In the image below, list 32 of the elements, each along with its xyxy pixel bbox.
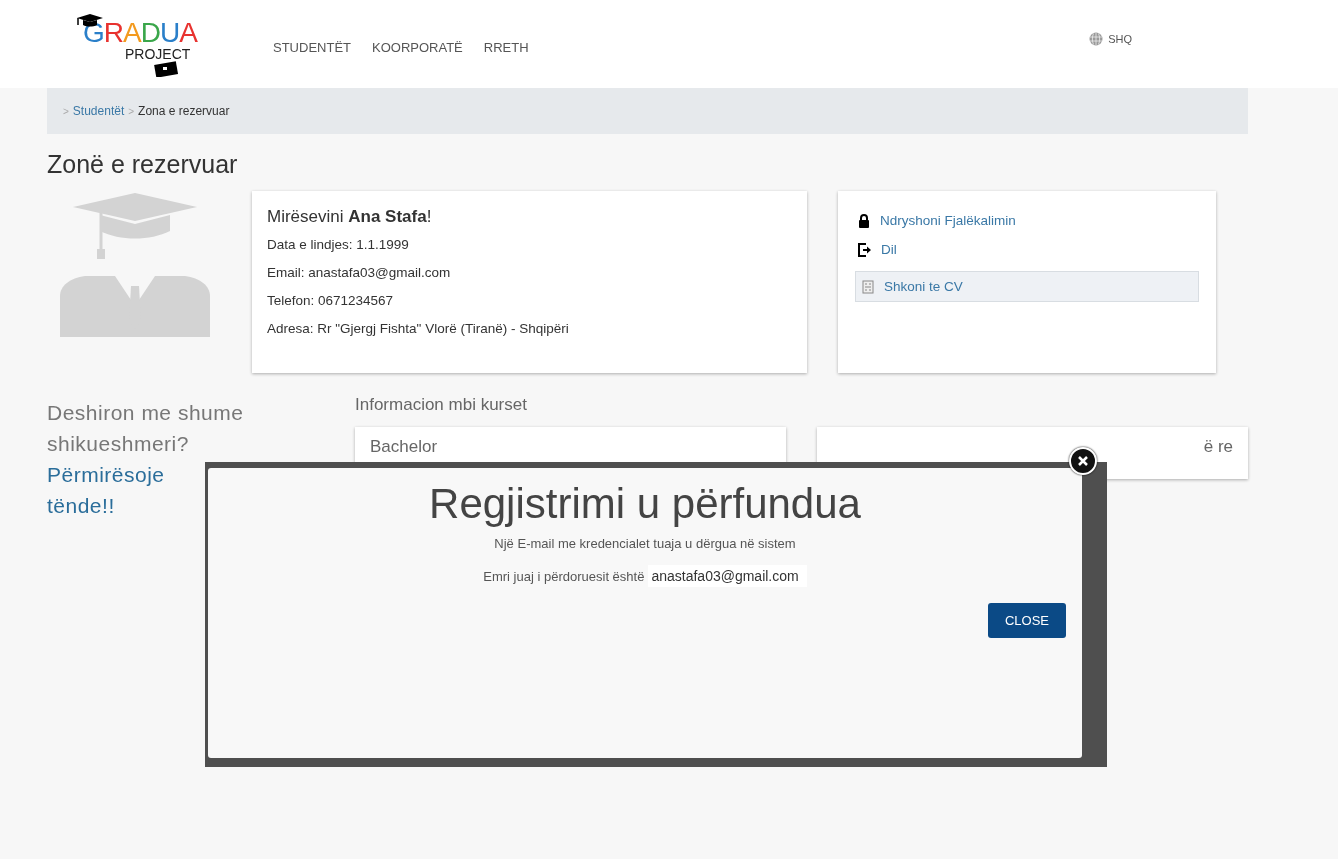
profile-detail: Data e lindjes: 1.1.1999: [267, 237, 410, 252]
breadcrumb-link[interactable]: Studentët: [72, 104, 125, 118]
nav-link[interactable]: RRETH: [483, 39, 529, 55]
username-label: Emri juaj i përdoruesit është: [483, 568, 645, 584]
language-link[interactable]: SHQ: [1089, 32, 1132, 46]
page-title: Zonë e rezervuar: [47, 150, 239, 179]
lock-icon: [858, 213, 870, 228]
breadcrumb-current: Zona e rezervuar: [138, 104, 230, 118]
profile-detail: Adresa: Rr "Gjergj Fishta" Vlorë (Tiranë) - Shqipëri: [267, 321, 570, 336]
nav-link[interactable]: KOORPORATË: [372, 39, 463, 55]
promo-text: shikueshmeri?: [47, 431, 190, 457]
action-link[interactable]: Dil: [858, 242, 1199, 257]
action-label[interactable]: Ndryshoni Fjalëkalimin: [880, 213, 1016, 228]
nav-link[interactable]: STUDENTËT: [273, 39, 351, 55]
username-value: anastafa03@gmail.com: [648, 565, 807, 587]
profile-detail: Telefon: 0671234567: [267, 293, 395, 308]
promo-text: Deshiron me shume: [47, 400, 245, 426]
cv-button[interactable]: Shkoni te CV: [855, 271, 1199, 302]
breadcrumb-separator: >: [128, 105, 135, 117]
action-link[interactable]: Ndryshoni Fjalëkalimin: [858, 213, 1199, 228]
modal-title: Regjistrimi u përfundua: [429, 480, 861, 528]
profile-detail: Email: anastafa03@gmail.com: [267, 265, 452, 280]
document-icon: [862, 279, 874, 294]
globe-icon: [1089, 32, 1104, 46]
modal-message: Një E-mail me kredencialet tuaja u dërgua në sistem: [494, 536, 796, 551]
logout-icon: [858, 242, 871, 257]
close-button[interactable]: CLOSE: [987, 603, 1066, 638]
breadcrumb-separator: >: [63, 105, 69, 117]
action-label[interactable]: Shkoni te CV: [884, 279, 963, 294]
action-label[interactable]: Dil: [881, 242, 897, 257]
welcome-text: Mirësevini Ana Stafa!: [267, 207, 433, 227]
section-title: Informacion mbi kurset: [355, 395, 528, 415]
